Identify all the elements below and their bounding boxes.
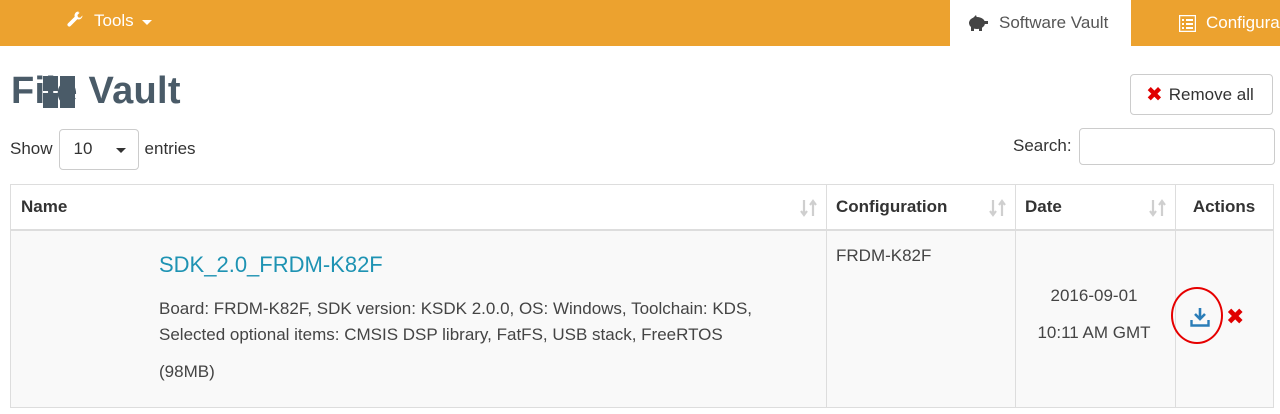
entries-label: entries bbox=[144, 139, 196, 158]
tab-software-vault[interactable]: Software Vault bbox=[950, 0, 1131, 46]
sort-icon bbox=[1149, 198, 1167, 223]
configuration-value: FRDM-K82F bbox=[836, 246, 932, 265]
column-divider bbox=[1175, 185, 1176, 407]
tab-configuration[interactable]: Configura bbox=[1131, 0, 1280, 46]
sort-icon bbox=[989, 198, 1007, 223]
column-header-actions: Actions bbox=[1175, 185, 1273, 231]
table-cell-date bbox=[1015, 231, 1175, 407]
page-title: File Vault bbox=[11, 70, 181, 112]
tab-configuration-label: Configura bbox=[1206, 13, 1280, 32]
column-divider bbox=[826, 185, 827, 407]
remove-all-button[interactable]: ✖ Remove all bbox=[1130, 74, 1273, 115]
package-size: (98MB) bbox=[159, 362, 215, 381]
piggy-bank-icon bbox=[967, 15, 989, 31]
column-header-name[interactable]: Name bbox=[11, 185, 826, 231]
download-icon bbox=[1190, 307, 1210, 332]
chevron-down-icon bbox=[115, 147, 126, 153]
column-header-configuration[interactable]: Configuration bbox=[826, 185, 1015, 231]
windows-icon bbox=[43, 76, 75, 113]
top-nav-bar: Tools Software Vault Configura bbox=[0, 0, 1280, 46]
column-header-date[interactable]: Date bbox=[1015, 185, 1175, 231]
wrench-icon bbox=[66, 10, 94, 33]
search-control: Search: bbox=[1013, 127, 1275, 165]
package-name-link[interactable]: SDK_2.0_FRDM-K82F bbox=[159, 252, 383, 278]
close-icon: ✖ bbox=[1146, 83, 1163, 106]
chevron-down-icon bbox=[141, 19, 152, 25]
show-label: Show bbox=[10, 139, 53, 158]
list-icon bbox=[1179, 14, 1196, 32]
tools-label: Tools bbox=[94, 11, 134, 30]
page-length-control: Show 10 entries bbox=[10, 128, 196, 170]
page-size-value: 10 bbox=[73, 139, 93, 158]
package-description: Board: FRDM-K82F, SDK version: KSDK 2.0.… bbox=[159, 299, 753, 344]
search-input[interactable] bbox=[1078, 127, 1275, 165]
time-value: 10:11 AM GMT bbox=[1037, 323, 1151, 342]
tools-menu[interactable]: Tools bbox=[66, 10, 152, 32]
sort-icon bbox=[800, 198, 818, 223]
tab-software-vault-label: Software Vault bbox=[999, 13, 1109, 32]
remove-all-label: Remove all bbox=[1168, 84, 1254, 104]
download-button[interactable] bbox=[1188, 307, 1212, 331]
page-size-select[interactable]: 10 bbox=[58, 128, 139, 170]
search-label: Search: bbox=[1013, 136, 1072, 155]
date-value: 2016-09-01 bbox=[1050, 286, 1138, 305]
delete-icon[interactable]: ✖ bbox=[1226, 306, 1244, 328]
